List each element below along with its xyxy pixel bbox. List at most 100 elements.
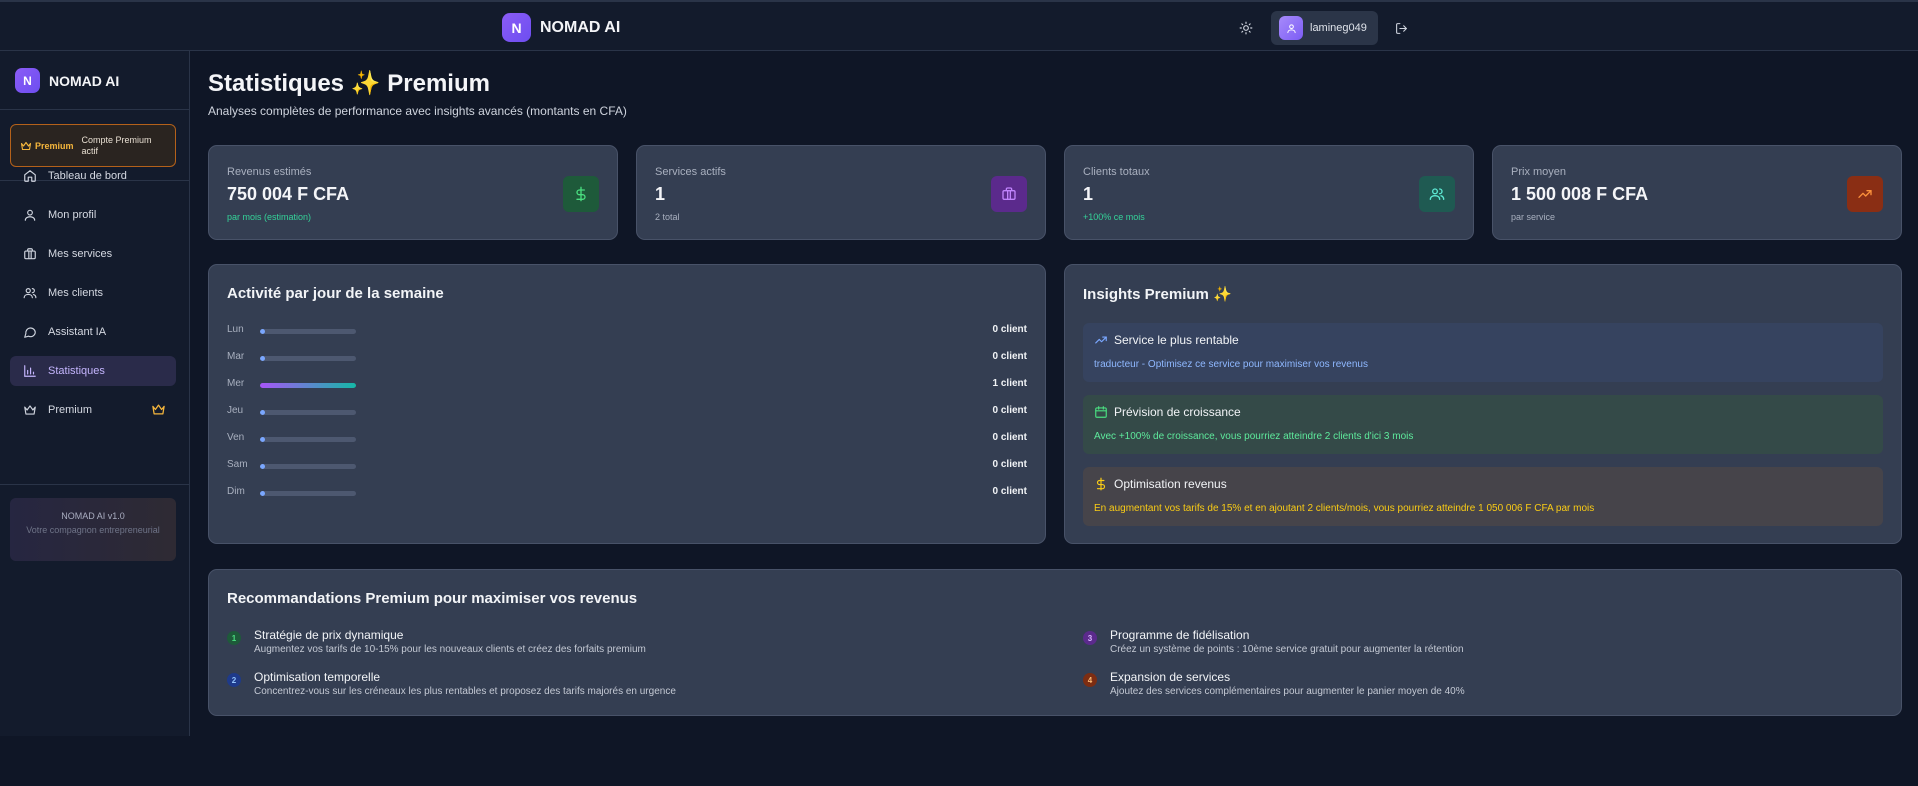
recommendation-title: Optimisation temporelle <box>254 670 381 684</box>
sidebar-item-label: Statistiques <box>48 365 105 377</box>
activity-row: Ven 0 client <box>227 432 1027 446</box>
sidebar-divider <box>0 109 190 110</box>
stat-value: 1 500 008 F CFA <box>1511 184 1649 204</box>
recommendation-item: 3 Programme de fidélisation Créez un sys… <box>1083 628 1464 655</box>
stat-card-revenue: Revenus estimés 750 004 F CFA par mois (… <box>208 145 618 240</box>
page-subtitle: Analyses complètes de performance avec i… <box>208 104 627 118</box>
insight-text: Avec +100% de croissance, vous pourriez … <box>1094 431 1414 442</box>
premium-badge-label: Premium <box>35 140 74 151</box>
logout-icon[interactable] <box>1391 18 1411 38</box>
user-avatar-icon <box>1279 16 1303 40</box>
activity-row: Lun 0 client <box>227 324 1027 338</box>
calendar-icon <box>1094 405 1108 419</box>
activity-day-label: Dim <box>227 486 245 497</box>
insight-text: En augmentant vos tarifs de 15% et en aj… <box>1094 503 1595 514</box>
users-icon <box>22 285 38 301</box>
top-brand[interactable]: N NOMAD AI <box>502 13 620 42</box>
sidebar-item-statistics[interactable]: Statistiques <box>10 356 176 386</box>
stat-label: Services actifs <box>655 166 726 178</box>
activity-count: 1 client <box>992 378 1027 389</box>
activity-bar-fill <box>260 464 265 469</box>
sidebar: N NOMAD AI Premium Compte Premium actif … <box>0 51 190 736</box>
briefcase-icon <box>22 246 38 262</box>
recommendation-desc: Ajoutez des services complémentaires pou… <box>1110 686 1465 697</box>
activity-count: 0 client <box>992 486 1027 497</box>
activity-day-label: Sam <box>227 459 248 470</box>
chat-icon <box>22 324 38 340</box>
activity-row: Jeu 0 client <box>227 405 1027 419</box>
stat-card-clients: Clients totaux 1 +100% ce mois <box>1064 145 1474 240</box>
sidebar-item-label: Mes clients <box>48 287 104 299</box>
sidebar-brand-name: NOMAD AI <box>49 72 120 89</box>
activity-bar-track <box>260 383 356 388</box>
activity-bar-fill <box>260 410 265 415</box>
recommendations-card: Recommandations Premium pour maximiser v… <box>208 569 1902 716</box>
sidebar-item-clients[interactable]: Mes clients <box>10 278 176 308</box>
insight-growth-forecast: Prévision de croissance Avec +100% de cr… <box>1083 395 1883 454</box>
user-icon <box>22 207 38 223</box>
recommendation-title: Programme de fidélisation <box>1110 628 1250 642</box>
activity-day-label: Jeu <box>227 405 244 416</box>
recommendations-title: Recommandations Premium pour maximiser v… <box>227 590 638 607</box>
username-label: lamineg049 <box>1310 22 1367 34</box>
sidebar-nav: Tableau de bord Mon profil Mes services … <box>10 161 176 425</box>
activity-count: 0 client <box>992 432 1027 443</box>
activity-day-label: Lun <box>227 324 244 335</box>
stat-note: par service <box>1511 212 1556 222</box>
activity-bar-track <box>260 491 356 496</box>
sidebar-brand[interactable]: N NOMAD AI <box>15 68 119 93</box>
recommendation-desc: Créez un système de points : 10ème servi… <box>1110 644 1464 655</box>
activity-card: Activité par jour de la semaine Lun 0 cli… <box>208 264 1046 544</box>
top-bar: N NOMAD AI lamineg049 <box>0 0 1918 51</box>
stat-card-average-price: Prix moyen 1 500 008 F CFA par service <box>1492 145 1902 240</box>
insight-title: Service le plus rentable <box>1114 333 1239 347</box>
sidebar-item-profile[interactable]: Mon profil <box>10 200 176 230</box>
sidebar-item-dashboard[interactable]: Tableau de bord <box>10 161 176 191</box>
recommendation-number: 3 <box>1083 631 1097 645</box>
activity-bar-fill <box>260 329 265 334</box>
sidebar-item-premium[interactable]: Premium <box>10 395 176 425</box>
activity-bar-fill <box>260 491 265 496</box>
sidebar-item-label: Assistant IA <box>48 326 107 338</box>
recommendation-number: 1 <box>227 631 241 645</box>
insights-title: Insights Premium ✨ <box>1083 286 1232 303</box>
recommendation-title: Expansion de services <box>1110 670 1231 684</box>
version-title: NOMAD AI v1.0 <box>61 511 125 521</box>
activity-title: Activité par jour de la semaine <box>227 285 444 302</box>
recommendation-item: 1 Stratégie de prix dynamique Augmentez … <box>227 628 646 655</box>
activity-count: 0 client <box>992 324 1027 335</box>
activity-bar-track <box>260 464 356 469</box>
stat-value: 750 004 F CFA <box>227 184 350 204</box>
activity-bar-track <box>260 356 356 361</box>
activity-bar-fill <box>260 437 265 442</box>
version-tagline: Votre compagnon entrepreneurial <box>26 525 160 535</box>
trending-up-icon <box>1094 333 1108 347</box>
stat-label: Clients totaux <box>1083 166 1150 178</box>
premium-crown-icon <box>151 402 166 420</box>
recommendation-desc: Augmentez vos tarifs de 10-15% pour les … <box>254 644 646 655</box>
theme-toggle-sun-icon[interactable] <box>1236 18 1256 38</box>
stat-note: 2 total <box>655 212 680 222</box>
recommendation-number: 2 <box>227 673 241 687</box>
premium-badge-text: Compte Premium actif <box>81 134 152 156</box>
insight-title: Optimisation revenus <box>1114 477 1227 491</box>
stat-note: +100% ce mois <box>1083 212 1145 222</box>
stat-value: 1 <box>655 184 666 204</box>
home-icon <box>22 168 38 184</box>
app-logo: N <box>502 13 531 42</box>
page-title: Statistiques ✨ Premium <box>208 70 490 97</box>
activity-row: Mer 1 client <box>227 378 1027 392</box>
activity-bar-fill <box>260 356 265 361</box>
activity-day-label: Ven <box>227 432 245 443</box>
user-menu-button[interactable]: lamineg049 <box>1271 11 1378 45</box>
dollar-icon <box>1094 477 1108 491</box>
sidebar-item-assistant[interactable]: Assistant IA <box>10 317 176 347</box>
sidebar-logo: N <box>15 68 40 93</box>
app-name: NOMAD AI <box>540 18 621 36</box>
users-icon <box>1419 176 1455 212</box>
activity-count: 0 client <box>992 459 1027 470</box>
activity-count: 0 client <box>992 351 1027 362</box>
stat-card-services: Services actifs 1 2 total <box>636 145 1046 240</box>
sidebar-item-services[interactable]: Mes services <box>10 239 176 269</box>
dollar-icon <box>563 176 599 212</box>
